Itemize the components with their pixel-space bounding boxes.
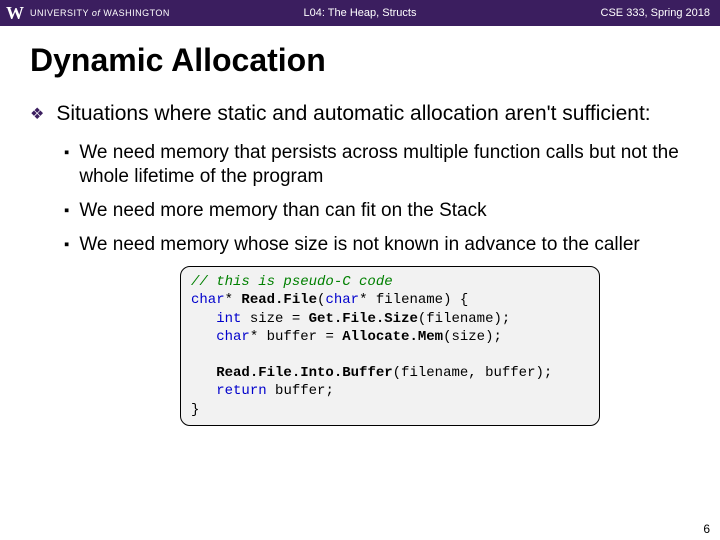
code-text: [191, 311, 216, 327]
page-title: Dynamic Allocation: [30, 42, 690, 79]
code-text: [191, 383, 216, 399]
university-prefix: UNIVERSITY: [30, 8, 89, 18]
code-fn: Allocate.Mem: [342, 329, 443, 345]
code-text: *: [225, 292, 242, 308]
code-kw: char: [216, 329, 250, 345]
sub1-text: We need memory that persists across mult…: [79, 141, 690, 189]
bullet-level2: ▪ We need memory that persists across mu…: [64, 141, 690, 189]
code-fn: Read.File.Into.Buffer: [216, 365, 392, 381]
code-text: }: [191, 402, 199, 418]
bullet-level2: ▪ We need memory whose size is not known…: [64, 233, 690, 257]
university-name: UNIVERSITY of WASHINGTON: [30, 8, 170, 18]
slide-content: Dynamic Allocation ❖ Situations where st…: [0, 26, 720, 426]
code-text: * buffer =: [250, 329, 342, 345]
code-text: [191, 365, 216, 381]
course-info: CSE 333, Spring 2018: [601, 7, 710, 19]
university-logo-block: W UNIVERSITY of WASHINGTON: [0, 3, 170, 24]
code-kw: return: [216, 383, 266, 399]
code-text: (filename);: [418, 311, 510, 327]
point1-text: Situations where static and automatic al…: [56, 101, 650, 127]
code-comment: // this is pseudo-C code: [191, 274, 393, 290]
university-suffix: WASHINGTON: [103, 8, 170, 18]
bullet-level1: ❖ Situations where static and automatic …: [30, 101, 690, 127]
sub3-text: We need memory whose size is not known i…: [79, 233, 639, 257]
code-text: [191, 329, 216, 345]
slide-header: W UNIVERSITY of WASHINGTON L04: The Heap…: [0, 0, 720, 26]
code-text: (filename, buffer);: [393, 365, 553, 381]
code-fn: Read.File: [241, 292, 317, 308]
code-kw: char: [325, 292, 359, 308]
sub2-text: We need more memory than can fit on the …: [79, 199, 486, 223]
page-number: 6: [703, 522, 710, 536]
w-logo-icon: W: [6, 3, 24, 24]
code-text: size =: [241, 311, 308, 327]
bullet-level2: ▪ We need more memory than can fit on th…: [64, 199, 690, 223]
diamond-bullet-icon: ❖: [30, 105, 44, 127]
square-bullet-icon: ▪: [64, 202, 69, 223]
code-fn: Get.File.Size: [309, 311, 418, 327]
code-text: * filename) {: [359, 292, 468, 308]
code-kw: char: [191, 292, 225, 308]
code-kw: int: [216, 311, 241, 327]
square-bullet-icon: ▪: [64, 144, 69, 189]
code-text: (size);: [443, 329, 502, 345]
code-block: // this is pseudo-C code char* Read.File…: [180, 266, 600, 426]
lecture-title: L04: The Heap, Structs: [304, 7, 417, 19]
university-of: of: [92, 8, 101, 18]
code-text: buffer;: [267, 383, 334, 399]
square-bullet-icon: ▪: [64, 236, 69, 257]
